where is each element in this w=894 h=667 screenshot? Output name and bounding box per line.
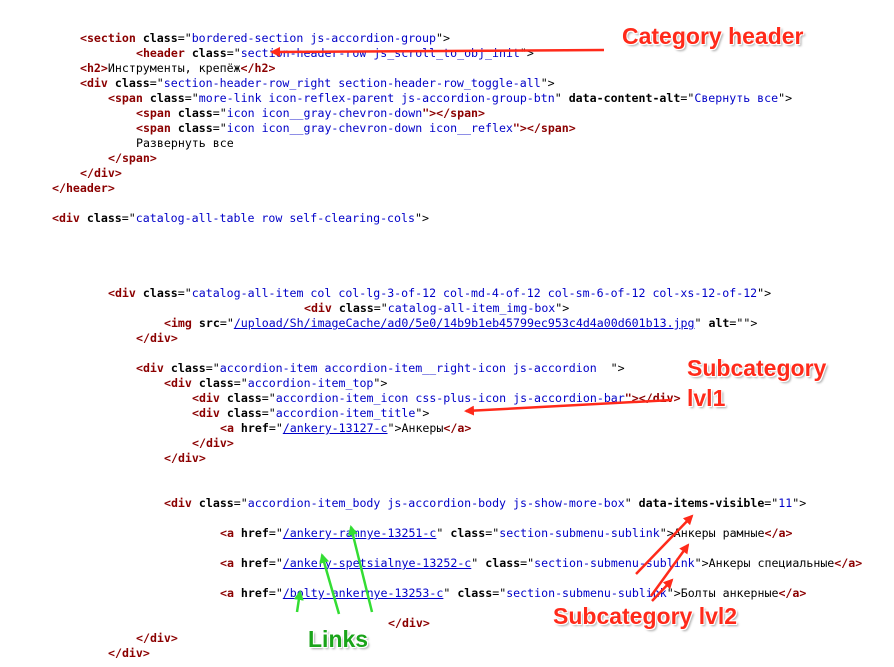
category-header-annotation: Category header bbox=[622, 23, 804, 49]
links-arrow-3 bbox=[348, 525, 374, 613]
subcategory-lvl1-annotation-line2: lvl1 bbox=[687, 385, 726, 411]
category-header-arrow bbox=[270, 46, 605, 57]
links-annotation: Links bbox=[308, 626, 369, 652]
subcategory-lvl1-annotation-line1: Subcategory bbox=[687, 355, 827, 381]
annotation-arrows bbox=[270, 46, 694, 615]
subcategory-lvl2-annotation: Subcategory lvl2 bbox=[553, 603, 738, 629]
subcategory-lvl1-arrow bbox=[464, 398, 673, 416]
subcategory-lvl2-arrow-1 bbox=[635, 514, 694, 575]
links-arrow-2 bbox=[319, 553, 341, 615]
links-arrow-1 bbox=[293, 590, 304, 613]
